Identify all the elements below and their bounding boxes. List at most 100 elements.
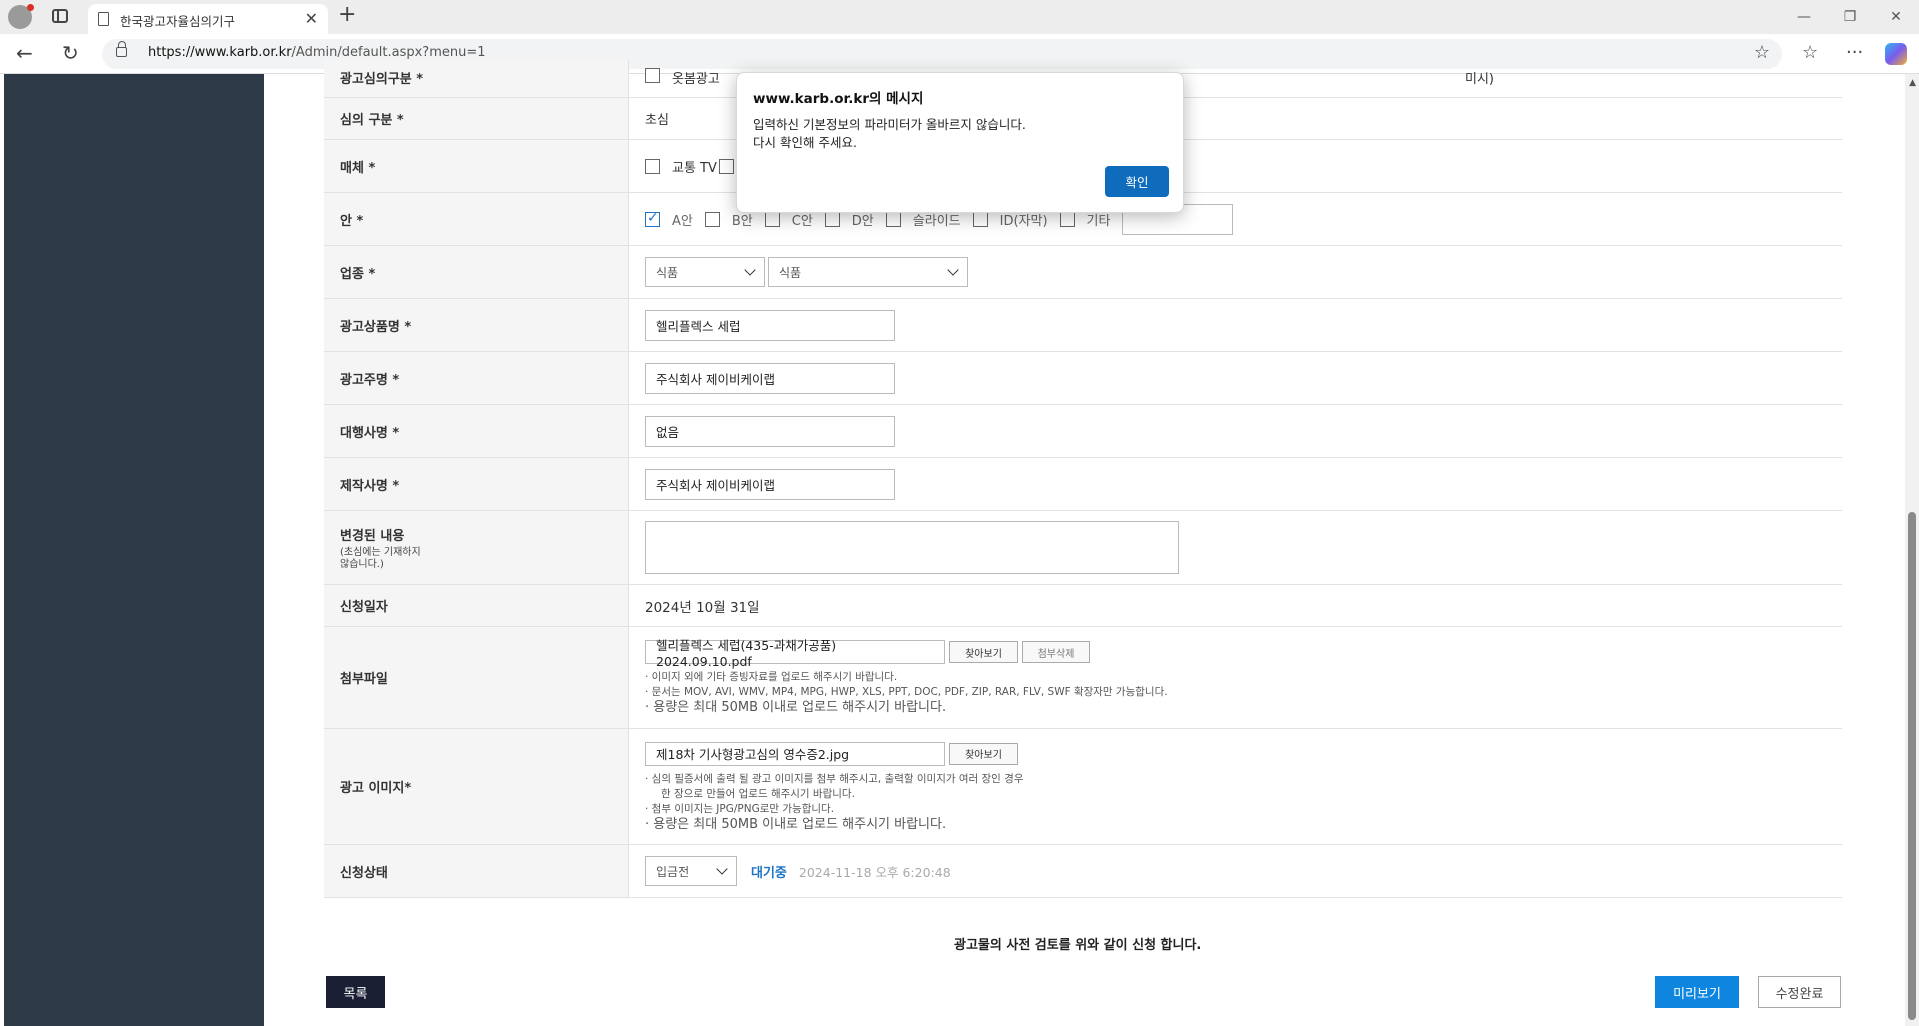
label-review-type: 심의 구분 *	[324, 98, 629, 139]
value-agency: 없음	[629, 405, 1842, 457]
attachment-note-1: · 이미지 외에 기타 증빙자료를 업로드 해주시기 바랍니다.	[645, 671, 898, 683]
dialog-title: www.karb.or.kr의 메시지	[753, 91, 924, 107]
industry-select-1-value: 식품	[656, 265, 679, 280]
list-button[interactable]: 목록	[326, 976, 385, 1008]
scroll-up-icon[interactable]: ▲	[1909, 78, 1916, 88]
restore-icon[interactable]: ❐	[1827, 0, 1873, 34]
category-checkbox[interactable]	[645, 68, 660, 83]
value-producer: 주식회사 제이비케이랩	[629, 458, 1842, 510]
url-text: https://www.karb.or.kr/Admin/default.asp…	[148, 45, 486, 60]
value-attachment: 헬리플렉스 세럽(435-과채가공품) 2024.09.10.pdf 찾아보기 …	[629, 627, 1842, 728]
minimize-icon[interactable]: —	[1781, 0, 1827, 34]
label-industry: 업종 *	[324, 246, 629, 298]
media-checkbox[interactable]	[645, 158, 660, 174]
alert-dialog: www.karb.or.kr의 메시지 입력하신 기본정보의 파라미터가 올바르…	[736, 72, 1184, 213]
refresh-icon[interactable]: ↻	[62, 42, 79, 64]
chevron-down-icon	[744, 264, 756, 276]
ad-image-note-3: · 첨부 이미지는 JPG/PNG로만 가능합니다.	[645, 802, 835, 815]
label-media: 매체 *	[324, 140, 629, 192]
profile-avatar-icon[interactable]	[8, 4, 34, 29]
value-advertiser: 주식회사 제이비케이랩	[629, 352, 1842, 404]
version-other-checkbox[interactable]	[1059, 211, 1075, 227]
label-changes: 변경된 내용	[340, 528, 405, 544]
label-apply-date: 신청일자	[324, 585, 629, 626]
payment-status-select[interactable]: 입금전	[645, 856, 737, 886]
form-row-advertiser: 광고주명 * 주식회사 제이비케이랩	[324, 352, 1842, 405]
form-row-product: 광고상품명 * 헬리플렉스 세럽	[324, 299, 1842, 352]
media-checkbox-2[interactable]	[718, 158, 734, 174]
page-icon	[98, 12, 109, 26]
changes-textarea[interactable]	[645, 521, 1179, 574]
attachment-browse-button[interactable]: 찾아보기	[949, 641, 1018, 663]
version-b-checkbox[interactable]	[704, 211, 720, 227]
label-advertiser: 광고주명 *	[324, 352, 629, 404]
label-agency: 대행사명 *	[324, 405, 629, 457]
attachment-note-2: · 문서는 MOV, AVI, WMV, MP4, MPG, HWP, XLS,…	[645, 686, 1168, 698]
attachment-delete-button[interactable]: 첨부삭제	[1022, 641, 1090, 663]
media-option-label: 교통 TV	[672, 160, 717, 176]
label-product: 광고상품명 *	[324, 299, 629, 351]
dialog-ok-button[interactable]: 확인	[1105, 166, 1169, 197]
industry-select-1[interactable]: 식품	[645, 257, 765, 287]
value-changes	[629, 511, 1842, 584]
dialog-message: 입력하신 기본정보의 파라미터가 올바르지 않습니다. 다시 확인해 주세요.	[753, 116, 1026, 152]
status-timestamp: 2024-11-18 오후 6:20:48	[798, 864, 951, 880]
ad-image-file-input[interactable]: 제18차 기사형광고심의 영수증2.jpg	[645, 741, 945, 766]
advertiser-input[interactable]: 주식회사 제이비케이랩	[645, 362, 895, 394]
chevron-down-icon	[947, 264, 959, 276]
preview-button[interactable]: 미리보기	[1655, 976, 1739, 1008]
save-complete-button[interactable]: 수정완료	[1758, 976, 1841, 1008]
form-row-attachment: 첨부파일 헬리플렉스 세럽(435-과채가공품) 2024.09.10.pdf …	[324, 627, 1842, 729]
status-badge: 대기중	[751, 865, 787, 881]
version-id-checkbox[interactable]	[972, 211, 988, 227]
scrollbar-thumb[interactable]	[1908, 512, 1916, 1020]
label-changes-cell: 변경된 내용 (초심에는 기재하지 않습니다.)	[324, 511, 629, 584]
label-changes-sub2: 않습니다.)	[340, 558, 384, 570]
new-tab-icon[interactable]: +	[338, 2, 356, 27]
form-row-changes: 변경된 내용 (초심에는 기재하지 않습니다.)	[324, 511, 1842, 585]
window-controls: — ❐ ✕	[1781, 0, 1919, 34]
version-c-checkbox[interactable]	[764, 211, 780, 227]
tab-actions-icon[interactable]	[52, 9, 68, 23]
value-industry: 식품 식품	[629, 246, 1842, 298]
label-ad-image: 광고 이미지*	[324, 729, 629, 844]
payment-status-value: 입금전	[656, 864, 690, 879]
url-domain: https://www.karb.or.kr	[148, 45, 292, 60]
ad-image-note-1: · 심의 필증서에 출력 될 광고 이미지를 첨부 해주시고, 출력할 이미지가…	[645, 772, 1024, 785]
close-window-icon[interactable]: ✕	[1873, 0, 1919, 34]
version-d-checkbox[interactable]	[824, 211, 840, 227]
product-name-input[interactable]: 헬리플렉스 세럽	[645, 309, 895, 341]
browser-tab[interactable]: 한국광고자율심의기구 ✕	[88, 4, 328, 34]
label-category: 광고심의구분 *	[324, 60, 629, 97]
version-slide-checkbox[interactable]	[885, 211, 901, 227]
attachment-note-3: · 용량은 최대 50MB 이내로 업로드 해주시기 바랍니다.	[645, 700, 947, 715]
label-producer: 제작사명 *	[324, 458, 629, 510]
form-row-producer: 제작사명 * 주식회사 제이비케이랩	[324, 458, 1842, 511]
version-a-checkbox[interactable]	[645, 210, 660, 227]
industry-select-2[interactable]: 식품	[768, 257, 968, 287]
producer-input[interactable]: 주식회사 제이비케이랩	[645, 468, 895, 500]
copilot-icon[interactable]	[1885, 43, 1907, 65]
version-a-label: A안	[672, 213, 693, 229]
label-attachment: 첨부파일	[324, 627, 629, 728]
url-path: /Admin/default.aspx?menu=1	[291, 45, 486, 60]
ad-image-note-4: · 용량은 최대 50MB 이내로 업로드 해주시기 바랍니다.	[645, 816, 947, 832]
industry-select-2-value: 식품	[779, 265, 802, 280]
category-option-label: 옷봄광고	[672, 72, 720, 87]
label-status: 신청상태	[324, 845, 629, 897]
ad-image-file-row: 제18차 기사형광고심의 영수증2.jpg 찾아보기	[645, 741, 1018, 766]
lock-icon[interactable]	[116, 41, 127, 57]
close-tab-icon[interactable]: ✕	[305, 9, 318, 28]
apply-date-value: 2024년 10월 31일	[645, 599, 760, 616]
back-icon[interactable]: ←	[16, 42, 33, 64]
agency-input[interactable]: 없음	[645, 415, 895, 447]
value-status: 입금전 대기중 2024-11-18 오후 6:20:48	[629, 845, 1842, 897]
value-ad-image: 제18차 기사형광고심의 영수증2.jpg 찾아보기 · 심의 필증서에 출력 …	[629, 729, 1842, 844]
dialog-message-line-2: 다시 확인해 주세요.	[753, 135, 857, 150]
consent-text: 광고물의 사전 검토를 위와 같이 신청 합니다.	[954, 938, 1202, 953]
attachment-file-input[interactable]: 헬리플렉스 세럽(435-과채가공품) 2024.09.10.pdf	[645, 638, 945, 669]
more-menu-icon[interactable]: ···	[1846, 42, 1863, 63]
ad-image-browse-button[interactable]: 찾아보기	[949, 742, 1018, 765]
label-changes-sub1: (초심에는 기재하지	[340, 546, 421, 558]
label-version: 안 *	[324, 193, 629, 245]
